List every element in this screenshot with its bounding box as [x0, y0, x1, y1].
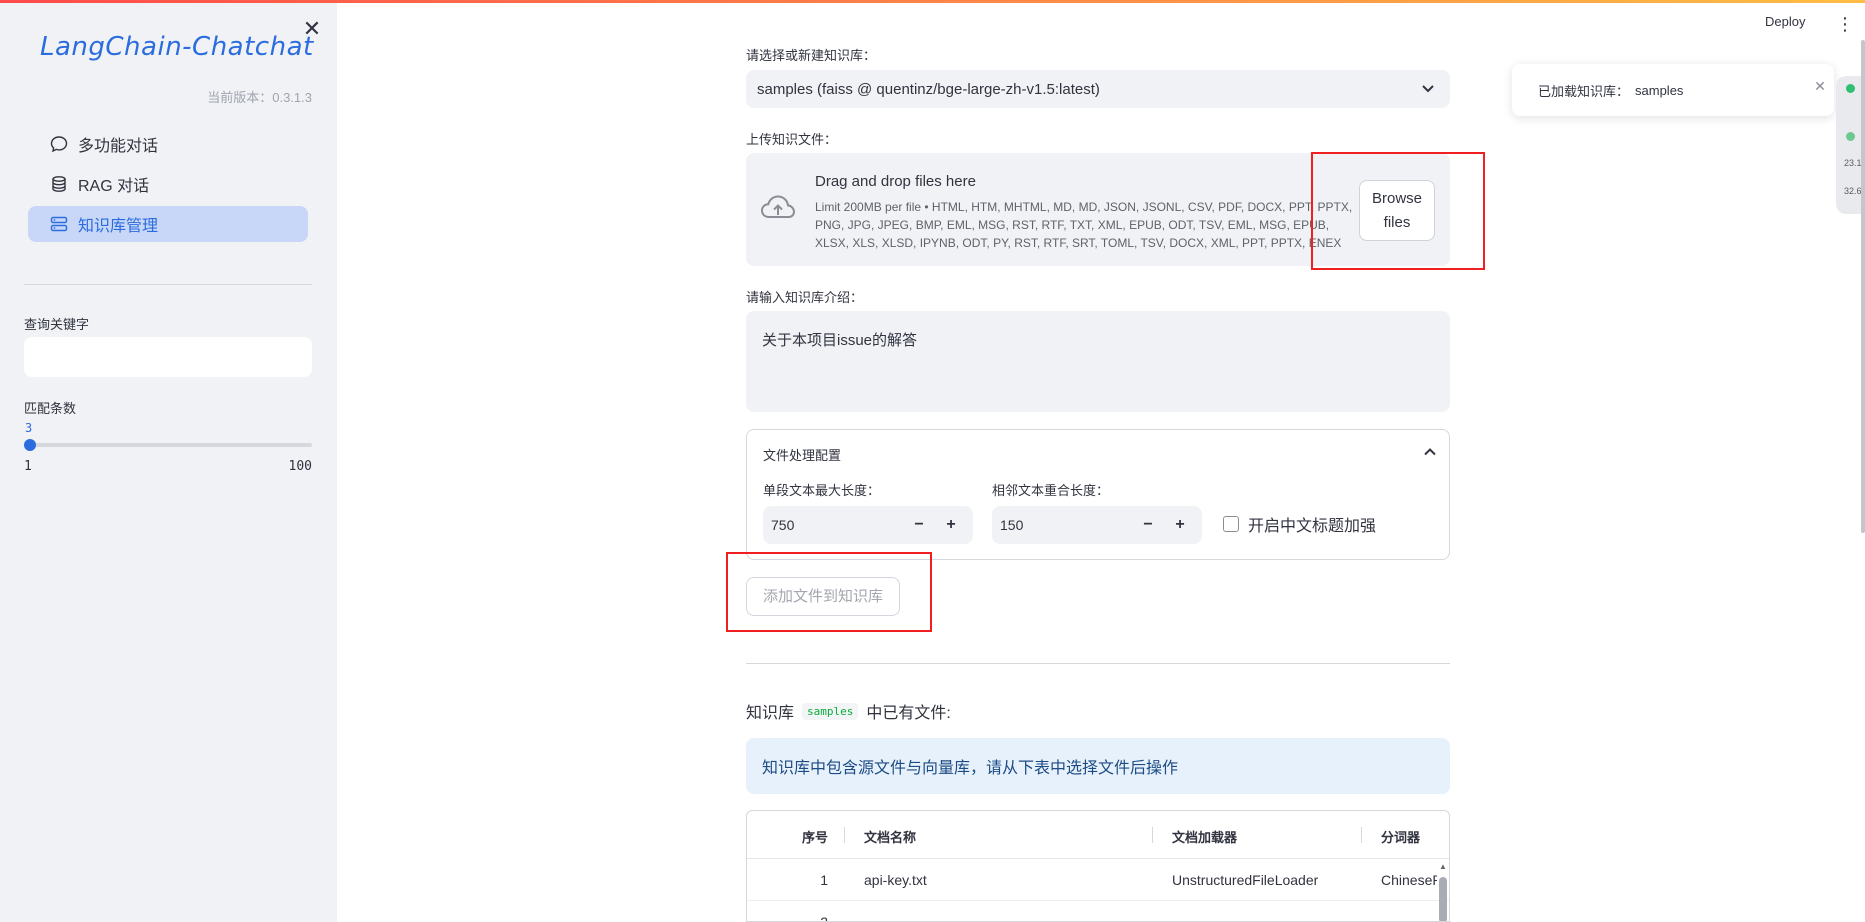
- plus-icon[interactable]: +: [1164, 506, 1196, 544]
- table-scrollbar[interactable]: ▲: [1439, 863, 1447, 921]
- status-dot-icon: [1846, 84, 1855, 93]
- zh-title-enhance-checkbox[interactable]: 开启中文标题加强: [1223, 512, 1376, 536]
- col-header-doc-name[interactable]: 文档名称: [864, 827, 916, 846]
- minus-icon[interactable]: −: [1132, 506, 1164, 544]
- cell-splitter: ChineseR: [1381, 872, 1437, 888]
- cloud-upload-icon: [760, 195, 796, 218]
- table-row[interactable]: 2: [747, 901, 1449, 922]
- col-header-splitter[interactable]: 分词器: [1381, 827, 1420, 846]
- chunk-size-label: 单段文本最大长度：: [763, 483, 881, 498]
- version-label: 当前版本：0.3.1.3: [207, 90, 312, 105]
- chevron-up-icon[interactable]: [1423, 445, 1437, 459]
- logo-text: LangChain-Chatchat: [40, 32, 314, 62]
- kb-select-dropdown[interactable]: samples (faiss @ quentinz/bge-large-zh-v…: [746, 70, 1450, 108]
- sidebar-nav: 多功能对话 RAG 对话 知识库管理: [28, 126, 308, 246]
- chunk-size-input[interactable]: 750 − +: [763, 506, 973, 544]
- cell-loader: UnstructuredFileLoader: [1172, 872, 1319, 888]
- slider-max-label: 100: [288, 459, 312, 474]
- sidebar-item-kb-management[interactable]: 知识库管理: [28, 206, 308, 242]
- overlap-size-input[interactable]: 150 − +: [992, 506, 1202, 544]
- toast-label: 已加载知识库：: [1538, 83, 1630, 99]
- kb-files-table: 序号 文档名称 文档加载器 分词器 1 api-key.txt Unstruct…: [746, 810, 1450, 922]
- overlap-size-value: 150: [1000, 517, 1024, 533]
- match-count-slider-track[interactable]: [29, 443, 312, 447]
- chat-bubble-icon: [50, 135, 68, 153]
- sidebar-item-label: 知识库管理: [78, 218, 159, 235]
- sidebar-item-label: RAG 对话: [78, 178, 150, 195]
- kb-intro-label: 请输入知识库介绍：: [746, 290, 864, 305]
- info-alert: 知识库中包含源文件与向量库，请从下表中选择文件后操作: [746, 738, 1450, 794]
- dropzone-limit-text: Limit 200MB per file • HTML, HTM, MHTML,…: [815, 200, 1353, 250]
- column-separator[interactable]: [1152, 827, 1153, 843]
- column-separator[interactable]: [1361, 827, 1362, 843]
- status-dot-icon: [1846, 132, 1855, 141]
- database-icon: [50, 175, 68, 193]
- upload-label: 上传知识文件：: [746, 132, 838, 147]
- sidebar-item-label: 多功能对话: [78, 138, 159, 155]
- cell-index: 2: [820, 914, 828, 922]
- heading-kb-name: samples: [802, 702, 859, 720]
- heading-post: 中已有文件:: [866, 705, 951, 722]
- expander-title[interactable]: 文件处理配置: [763, 445, 841, 464]
- table-scroll-thumb[interactable]: [1439, 877, 1447, 921]
- kb-intro-textarea[interactable]: 关于本项目issue的解答: [746, 311, 1450, 412]
- toast-value: samples: [1635, 82, 1684, 98]
- add-files-to-kb-button[interactable]: 添加文件到知识库: [746, 577, 900, 616]
- col-header-loader[interactable]: 文档加载器: [1172, 827, 1237, 846]
- dropzone-title: Drag and drop files here: [815, 173, 976, 190]
- sidebar-divider: [24, 284, 312, 285]
- file-dropzone[interactable]: Drag and drop files here Limit 200MB per…: [746, 153, 1450, 266]
- download-speed: 32.6: [1844, 186, 1862, 196]
- heading-pre: 知识库: [746, 705, 795, 722]
- table-header: 序号 文档名称 文档加载器 分词器: [747, 811, 1449, 859]
- sidebar-item-multi-chat[interactable]: 多功能对话: [28, 126, 308, 162]
- section-divider: [746, 663, 1450, 664]
- table-row[interactable]: 1 api-key.txt UnstructuredFileLoader Chi…: [747, 859, 1449, 901]
- col-header-index[interactable]: 序号: [802, 827, 828, 846]
- app-logo: LangChain-Chatchat: [34, 27, 313, 67]
- sidebar: ✕ LangChain-Chatchat 当前版本：0.3.1.3 多功能对话 …: [0, 3, 337, 922]
- info-text: 知识库中包含源文件与向量库，请从下表中选择文件后操作: [762, 760, 1179, 777]
- checkbox-box[interactable]: [1223, 516, 1239, 532]
- match-count-value: 3: [25, 421, 33, 435]
- browse-files-button[interactable]: Browse files: [1359, 180, 1435, 241]
- cell-doc-name: api-key.txt: [864, 872, 927, 888]
- column-separator[interactable]: [844, 827, 845, 843]
- file-processing-expander: 文件处理配置 单段文本最大长度： 750 − + 相邻文本重合长度： 150 −…: [746, 429, 1450, 560]
- minus-icon[interactable]: −: [903, 506, 935, 544]
- server-icon: [50, 215, 68, 233]
- chevron-down-icon: [1422, 85, 1434, 93]
- overlap-size-label: 相邻文本重合长度：: [992, 483, 1110, 498]
- match-count-slider-thumb[interactable]: [24, 439, 36, 451]
- search-keyword-label: 查询关键字: [24, 317, 90, 332]
- sidebar-item-rag-chat[interactable]: RAG 对话: [28, 166, 308, 202]
- deploy-button[interactable]: Deploy: [1765, 14, 1805, 29]
- upload-speed: 23.1: [1844, 158, 1862, 168]
- kb-select-label: 请选择或新建知识库：: [746, 48, 877, 63]
- plus-icon[interactable]: +: [935, 506, 967, 544]
- toast-close-icon[interactable]: ✕: [1812, 78, 1828, 94]
- search-keyword-input[interactable]: [24, 337, 312, 377]
- checkbox-label: 开启中文标题加强: [1248, 518, 1377, 535]
- match-count-label: 匹配条数: [24, 401, 77, 416]
- kb-select-value: samples (faiss @ quentinz/bge-large-zh-v…: [757, 80, 1100, 98]
- scroll-up-arrow-icon[interactable]: ▲: [1439, 863, 1447, 871]
- cell-index: 1: [820, 872, 828, 888]
- main-menu-icon[interactable]: ⋮: [1836, 12, 1854, 36]
- chunk-size-value: 750: [771, 517, 795, 533]
- page-scrollbar[interactable]: [1861, 40, 1865, 533]
- kb-files-heading: 知识库 samples 中已有文件:: [746, 699, 951, 723]
- slider-min-label: 1: [24, 459, 32, 474]
- loaded-kb-toast: 已加载知识库： samples ✕: [1512, 64, 1834, 116]
